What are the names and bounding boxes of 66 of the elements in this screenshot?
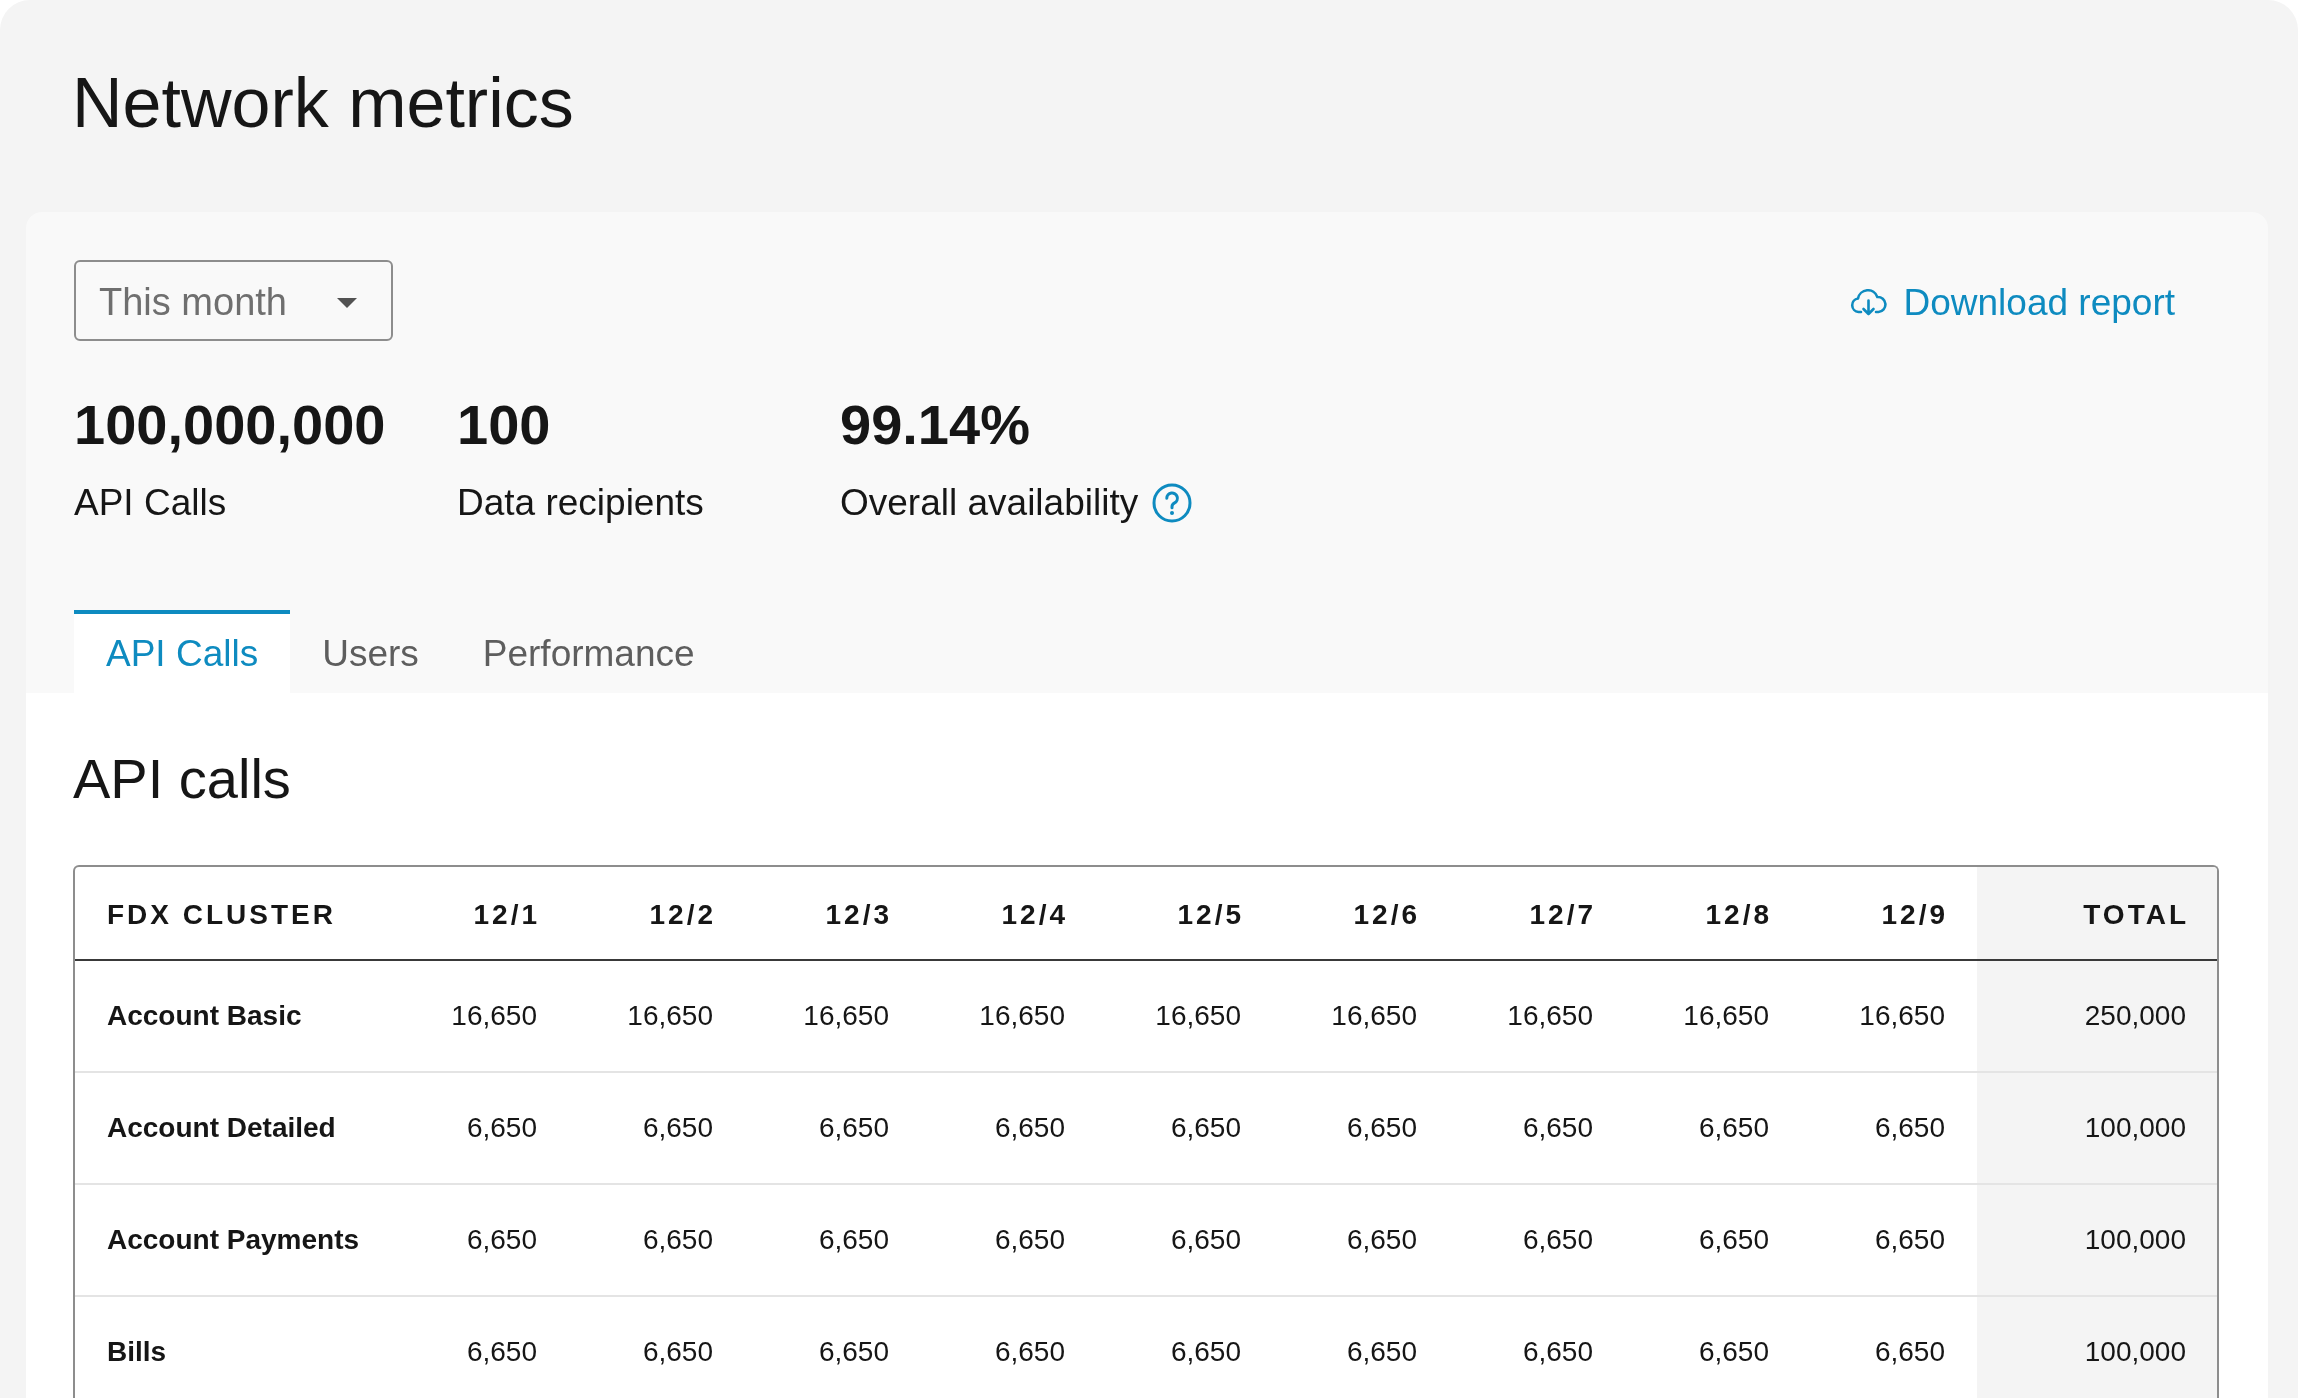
column-header: TOTAL bbox=[1977, 867, 2217, 961]
tab[interactable]: Performance bbox=[450, 610, 727, 693]
column-header: 12/2 bbox=[569, 867, 745, 961]
period-dropdown[interactable]: This month bbox=[74, 260, 393, 341]
metric-value: 100,000,000 bbox=[74, 392, 386, 458]
table-cell: 16,650 bbox=[921, 961, 1097, 1073]
table-cell: 6,650 bbox=[1273, 1073, 1449, 1185]
table-cell: 16,650 bbox=[569, 961, 745, 1073]
table-cell: 16,650 bbox=[393, 961, 569, 1073]
table-cell: 6,650 bbox=[393, 1297, 569, 1398]
table-cell: 16,650 bbox=[1097, 961, 1273, 1073]
table-cell: 6,650 bbox=[745, 1185, 921, 1297]
table-cell: 6,650 bbox=[569, 1073, 745, 1185]
table-cell: 6,650 bbox=[921, 1297, 1097, 1398]
page-title: Network metrics bbox=[72, 63, 574, 144]
table-cell: 6,650 bbox=[745, 1073, 921, 1185]
caret-icon bbox=[337, 297, 357, 308]
table-cell: Bills bbox=[75, 1297, 393, 1398]
table-cell: 100,000 bbox=[1977, 1185, 2217, 1297]
metric-label: Overall availability bbox=[840, 481, 1139, 525]
column-header: 12/8 bbox=[1625, 867, 1801, 961]
table-cell: 6,650 bbox=[1625, 1297, 1801, 1398]
table-cell: 100,000 bbox=[1977, 1073, 2217, 1185]
tab[interactable]: API Calls bbox=[74, 610, 291, 693]
table-cell: Account Detailed bbox=[75, 1073, 393, 1185]
table-cell: 100,000 bbox=[1977, 1297, 2217, 1398]
table-cell: 16,650 bbox=[1449, 961, 1625, 1073]
table-cell: 6,650 bbox=[1625, 1185, 1801, 1297]
download-report-link[interactable]: Download report bbox=[1849, 277, 2220, 324]
table-cell: 6,650 bbox=[1449, 1073, 1625, 1185]
table-cell: 16,650 bbox=[1625, 961, 1801, 1073]
table-cell: 16,650 bbox=[745, 961, 921, 1073]
table-cell: 6,650 bbox=[1097, 1185, 1273, 1297]
table-cell: Account Payments bbox=[75, 1185, 393, 1297]
table-cell: 6,650 bbox=[393, 1073, 569, 1185]
column-header: 12/1 bbox=[393, 867, 569, 961]
table-cell: 250,000 bbox=[1977, 961, 2217, 1073]
metric-label: API Calls bbox=[74, 481, 227, 525]
help-icon[interactable] bbox=[1152, 483, 1193, 523]
table-cell: 6,650 bbox=[1273, 1185, 1449, 1297]
metric-value: 99.14% bbox=[840, 392, 1030, 458]
column-header: 12/3 bbox=[745, 867, 921, 961]
table-cell: 6,650 bbox=[1625, 1073, 1801, 1185]
table-cell: 6,650 bbox=[1273, 1297, 1449, 1398]
table-cell: 6,650 bbox=[921, 1185, 1097, 1297]
section-title: API calls bbox=[73, 746, 291, 812]
table-cell: 6,650 bbox=[1449, 1297, 1625, 1398]
table-cell: 6,650 bbox=[745, 1297, 921, 1398]
column-header: 12/5 bbox=[1097, 867, 1273, 961]
table-cell: 6,650 bbox=[1097, 1073, 1273, 1185]
table-cell: 6,650 bbox=[393, 1185, 569, 1297]
metric-value: 100 bbox=[457, 392, 551, 458]
column-header: 12/7 bbox=[1449, 867, 1625, 961]
metric-label: Data recipients bbox=[457, 481, 704, 525]
table-cell: 6,650 bbox=[569, 1297, 745, 1398]
table-cell: 6,650 bbox=[1449, 1185, 1625, 1297]
table-cell: 6,650 bbox=[921, 1073, 1097, 1185]
column-header: FDX CLUSTER bbox=[75, 867, 393, 961]
cloud-download-icon bbox=[1849, 289, 1887, 316]
table-cell: 6,650 bbox=[569, 1185, 745, 1297]
column-header: 12/4 bbox=[921, 867, 1097, 961]
column-header: 12/6 bbox=[1273, 867, 1449, 961]
table-cell: 6,650 bbox=[1097, 1297, 1273, 1398]
table-cell: 16,650 bbox=[1273, 961, 1449, 1073]
table-cell: Account Basic bbox=[75, 961, 393, 1073]
tab[interactable]: Users bbox=[290, 610, 451, 693]
